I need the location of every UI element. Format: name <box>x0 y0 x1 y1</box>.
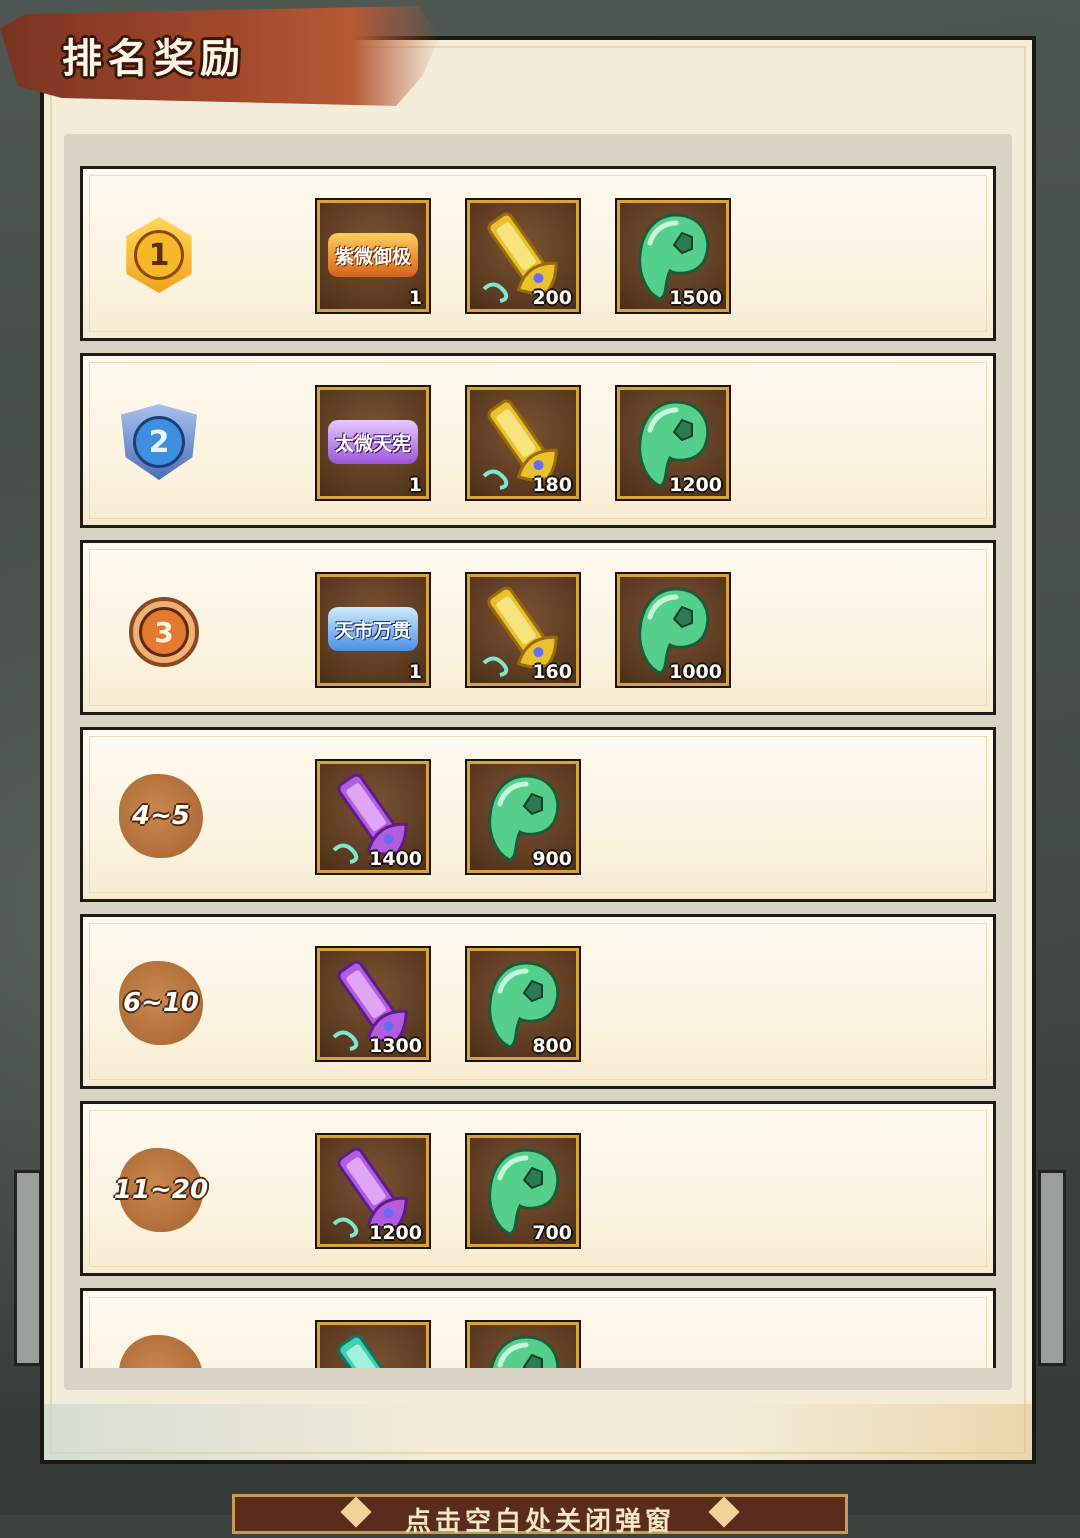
item-count: 1200 <box>369 1222 422 1244</box>
close-hint-text: 点击空白处关闭弹窗 <box>404 1507 675 1537</box>
reward-row: 3 天市万贯 1 160 1000 <box>80 540 996 715</box>
jade-item[interactable] <box>467 1322 579 1368</box>
side-tab-right <box>1038 1170 1066 1366</box>
reward-row: 2 太微天宪 1 180 1200 <box>80 353 996 528</box>
panel-bottom-decoration <box>44 1404 1032 1460</box>
jade-item[interactable]: 900 <box>467 761 579 873</box>
jade-item[interactable]: 700 <box>467 1135 579 1247</box>
rank-label: 2 <box>133 416 185 468</box>
item-count: 180 <box>532 474 572 496</box>
command-token-item[interactable]: 180 <box>467 387 579 499</box>
reward-row: 4~5 1400 900 <box>80 727 996 902</box>
rank-label: 3 <box>139 607 189 657</box>
item-count: 1 <box>408 287 422 309</box>
side-tab-left <box>14 1170 42 1366</box>
rank-badge-silver: 2 <box>121 404 197 480</box>
command-token-item[interactable]: 1300 <box>317 948 429 1060</box>
item-count: 200 <box>532 287 572 309</box>
command-token-item[interactable]: 1200 <box>317 1135 429 1247</box>
item-count: 160 <box>532 661 572 683</box>
rank-badge-bronze: 3 <box>129 597 199 667</box>
rank-badge-cloud: 11~20 <box>114 1148 208 1232</box>
jade-item[interactable]: 1200 <box>617 387 729 499</box>
title-plaque-icon: 天市万贯 <box>328 607 418 651</box>
title-plaque-icon: 太微天宪 <box>328 420 418 464</box>
title-plaque-icon: 紫微御极 <box>328 233 418 277</box>
reward-list[interactable]: 1 紫微御极 1 200 1500 2 太微天宪 1 180 1200 3 天市万贯 1 <box>76 160 1004 1368</box>
command-token-item[interactable]: 200 <box>467 200 579 312</box>
command-token-item[interactable]: 1400 <box>317 761 429 873</box>
item-count: 1 <box>408 474 422 496</box>
item-count: 1200 <box>669 474 722 496</box>
rank-label: 1 <box>134 230 184 280</box>
item-count: 1400 <box>369 848 422 870</box>
rank-badge-gold: 1 <box>126 217 192 293</box>
panel-title: 排名奖励 <box>62 36 246 82</box>
command-token-item[interactable]: 160 <box>467 574 579 686</box>
item-count: 800 <box>532 1035 572 1057</box>
item-count: 1000 <box>669 661 722 683</box>
title-reward-item[interactable]: 太微天宪 1 <box>317 387 429 499</box>
rank-badge-cloud: 4~5 <box>119 774 203 858</box>
title-reward-item[interactable]: 天市万贯 1 <box>317 574 429 686</box>
item-count: 1300 <box>369 1035 422 1057</box>
reward-row: 11~20 1200 700 <box>80 1101 996 1276</box>
rank-badge-cloud <box>119 1335 203 1368</box>
command-token-item[interactable] <box>317 1322 429 1368</box>
item-count: 700 <box>532 1222 572 1244</box>
title-reward-item[interactable]: 紫微御极 1 <box>317 200 429 312</box>
reward-row: 1 紫微御极 1 200 1500 <box>80 166 996 341</box>
item-count: 900 <box>532 848 572 870</box>
item-count: 1500 <box>669 287 722 309</box>
reward-row: 6~10 1300 800 <box>80 914 996 1089</box>
reward-row <box>80 1288 996 1368</box>
close-hint-bar[interactable]: 点击空白处关闭弹窗 <box>232 1494 848 1537</box>
jade-item[interactable]: 1500 <box>617 200 729 312</box>
rank-badge-cloud: 6~10 <box>119 961 203 1045</box>
jade-item[interactable]: 1000 <box>617 574 729 686</box>
item-count: 1 <box>408 661 422 683</box>
jade-item[interactable]: 800 <box>467 948 579 1060</box>
